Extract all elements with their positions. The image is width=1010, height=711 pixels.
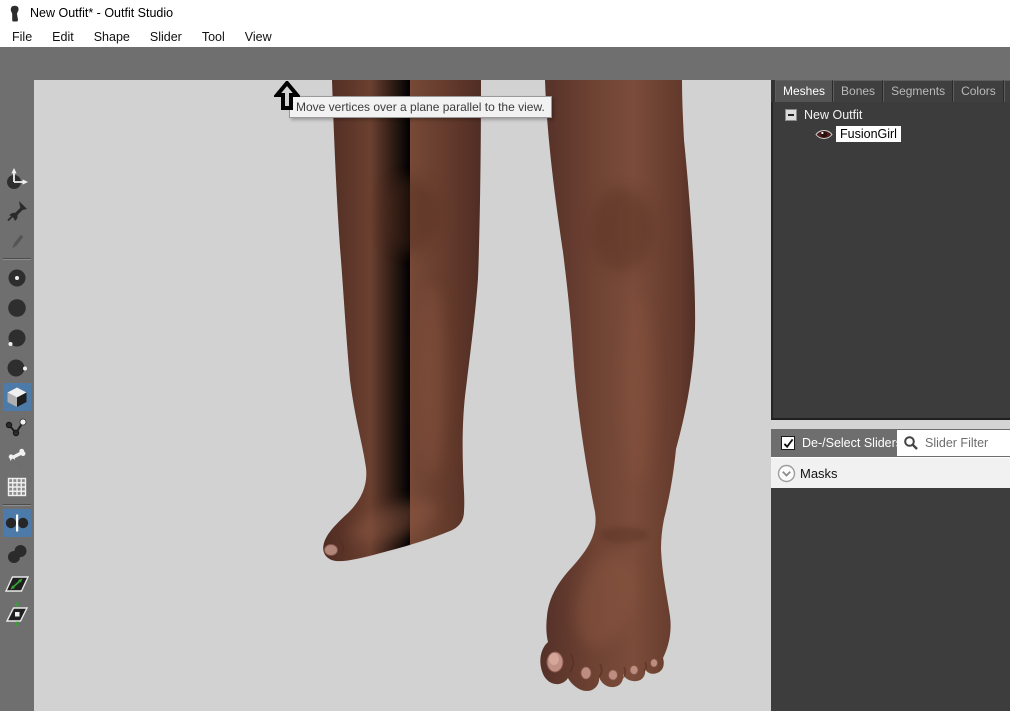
check-icon <box>783 438 794 449</box>
deselect-sliders-checkbox[interactable] <box>781 436 795 450</box>
menu-view[interactable]: View <box>235 28 282 46</box>
menu-file[interactable]: File <box>2 28 42 46</box>
brush-dot-right-button[interactable] <box>3 354 31 382</box>
title-bar: New Outfit* - Outfit Studio <box>0 0 1010 26</box>
viewport-3d-render <box>34 80 771 711</box>
search-icon <box>903 435 919 451</box>
mirror-button[interactable] <box>3 509 31 537</box>
brush-center-dot-button[interactable] <box>3 264 31 292</box>
mesh-panel-tabs: Meshes Bones Segments Colors Lights <box>771 80 1010 102</box>
collapse-icon[interactable] <box>785 109 797 121</box>
tree-item-new-outfit[interactable]: New Outfit <box>785 108 862 122</box>
menu-edit[interactable]: Edit <box>42 28 84 46</box>
chevron-down-icon[interactable] <box>777 464 796 483</box>
menu-slider[interactable]: Slider <box>140 28 192 46</box>
brush-dot-right-icon <box>5 356 29 380</box>
vertex-edit-button[interactable] <box>3 413 31 441</box>
mirror-icon <box>4 511 30 535</box>
menu-tool[interactable]: Tool <box>192 28 235 46</box>
tab-lights[interactable]: Lights <box>1004 80 1010 102</box>
brush-dot-bottomleft-button[interactable] <box>3 324 31 352</box>
grid-button[interactable] <box>3 473 31 501</box>
cursor-up-arrow-icon <box>274 81 300 111</box>
uv-plane-button[interactable] <box>3 570 31 598</box>
uv-point-icon <box>4 601 30 627</box>
cube-view-button[interactable] <box>3 383 31 411</box>
bone-edit-button[interactable] <box>3 443 31 471</box>
tree-child-label: FusionGirl <box>836 126 901 142</box>
visibility-eye-icon[interactable] <box>815 128 833 141</box>
left-tool-rail <box>0 80 34 711</box>
vertex-edit-icon <box>5 415 29 439</box>
pin-button[interactable] <box>3 197 31 225</box>
cube-view-icon <box>5 385 29 409</box>
tab-segments[interactable]: Segments <box>883 80 953 102</box>
brush-plain-icon <box>5 296 29 320</box>
brush-dot-bottomleft-icon <box>5 326 29 350</box>
slider-filter-box <box>897 430 1010 456</box>
uv-point-button[interactable] <box>3 600 31 628</box>
mesh-tree-panel: New Outfit FusionGirl <box>771 102 1010 420</box>
deselect-sliders-label: De-/Select Sliders <box>802 436 902 450</box>
tab-colors[interactable]: Colors <box>953 80 1004 102</box>
tooltip: Move vertices over a plane parallel to t… <box>289 96 552 118</box>
vertex-pen-icon <box>6 231 28 253</box>
tree-item-fusiongirl[interactable]: FusionGirl <box>815 126 901 142</box>
viewport-3d[interactable]: Move vertices over a plane parallel to t… <box>34 80 771 711</box>
tab-meshes[interactable]: Meshes <box>775 80 833 102</box>
panel-splitter[interactable] <box>771 420 1010 429</box>
tab-bones[interactable]: Bones <box>833 80 883 102</box>
uv-plane-icon <box>4 571 30 597</box>
slider-filter-input[interactable] <box>923 435 1005 451</box>
overlap-circles-button[interactable] <box>3 540 31 568</box>
bone-edit-icon <box>5 445 29 469</box>
view-transform-icon <box>5 167 29 191</box>
outfit-studio-logo-icon <box>9 5 22 22</box>
overlap-circles-icon <box>5 542 29 566</box>
rail-separator <box>3 258 31 260</box>
brush-center-dot-icon <box>5 266 29 290</box>
window-title: New Outfit* - Outfit Studio <box>30 6 173 20</box>
top-toolbar: Field of View: 65 Brush Settings <box>0 47 1010 80</box>
grid-icon <box>5 475 29 499</box>
tree-root-label: New Outfit <box>804 108 862 122</box>
menu-shape[interactable]: Shape <box>84 28 140 46</box>
masks-label: Masks <box>800 466 838 481</box>
masks-section-header[interactable]: Masks <box>771 457 1010 488</box>
view-transform-button[interactable] <box>3 165 31 193</box>
vertex-pen-button[interactable] <box>3 228 31 256</box>
pin-icon <box>5 199 29 223</box>
sliders-list-panel <box>771 488 1010 711</box>
brush-plain-button[interactable] <box>3 294 31 322</box>
menu-bar: File Edit Shape Slider Tool View <box>0 26 1010 47</box>
rail-separator <box>3 504 31 506</box>
